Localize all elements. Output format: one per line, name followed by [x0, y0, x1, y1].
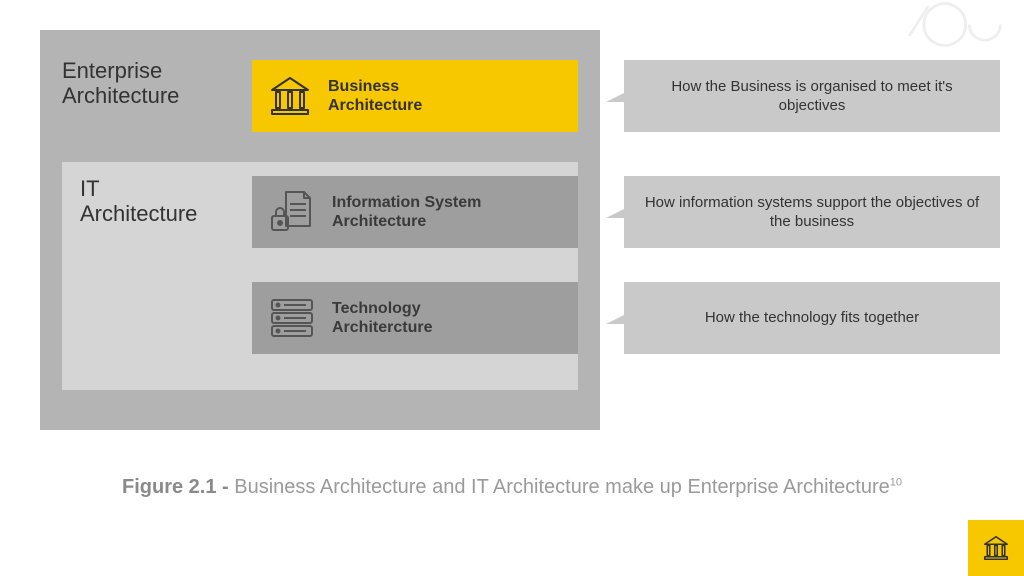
callout-business: How the Business is organised to meet it…	[624, 60, 1000, 132]
technology-architecture-block: Technology Architercture	[252, 282, 578, 354]
caption-prefix: Figure 2.1 -	[122, 476, 229, 498]
technology-architecture-text: Technology Architercture	[332, 299, 512, 337]
enterprise-architecture-container: Enterprise Architecture Business Archite…	[40, 30, 600, 430]
caption-reference: 10	[890, 476, 902, 488]
it-label-line1: IT	[80, 176, 100, 201]
ba-line2: Architecture	[328, 97, 422, 114]
callout-technology: How the technology fits together	[624, 282, 1000, 354]
business-architecture-block: Business Architecture	[252, 60, 578, 132]
it-architecture-label: IT Architecture	[80, 176, 240, 227]
tech-line2: Architercture	[332, 319, 432, 336]
bank-icon	[981, 533, 1011, 563]
information-system-block: Information System Architecture	[252, 176, 578, 248]
callout-technology-text: How the technology fits together	[705, 308, 919, 328]
server-rack-icon	[266, 292, 318, 344]
enterprise-label-line1: Enterprise	[62, 58, 162, 83]
bank-icon	[266, 72, 314, 120]
corner-badge[interactable]	[968, 520, 1024, 576]
document-lock-icon	[266, 186, 318, 238]
is-line1: Information System	[332, 194, 481, 211]
ba-line1: Business	[328, 78, 399, 95]
diagram-canvas: Enterprise Architecture Business Archite…	[40, 30, 600, 430]
is-line2: Architecture	[332, 213, 426, 230]
information-system-text: Information System Architecture	[332, 193, 512, 231]
enterprise-architecture-label: Enterprise Architecture	[62, 58, 242, 109]
caption-body: Business Architecture and IT Architectur…	[229, 476, 890, 498]
figure-caption: Figure 2.1 - Business Architecture and I…	[0, 474, 1024, 501]
tech-line1: Technology	[332, 300, 421, 317]
callout-business-text: How the Business is organised to meet it…	[642, 77, 982, 116]
callout-infosys: How information systems support the obje…	[624, 176, 1000, 248]
business-architecture-text: Business Architecture	[328, 77, 508, 115]
watermark-text: ⁄ ◯ ◡	[917, 0, 996, 47]
enterprise-label-line2: Architecture	[62, 83, 179, 108]
it-architecture-container: IT Architecture	[62, 162, 578, 390]
it-label-line2: Architecture	[80, 201, 197, 226]
callout-infosys-text: How information systems support the obje…	[642, 193, 982, 232]
